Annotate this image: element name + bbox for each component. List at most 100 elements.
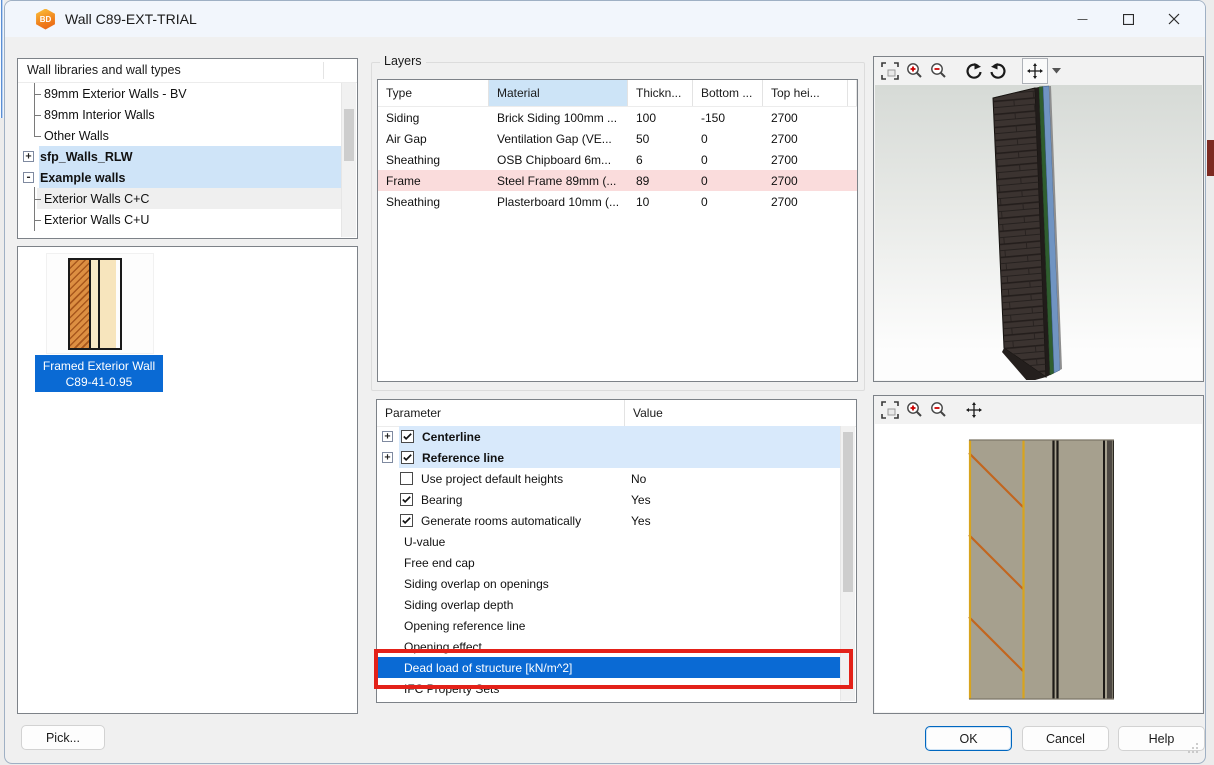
parameter-label: Dead load of structure [kN/m^2] (404, 661, 572, 675)
parameter-scrollbar-thumb[interactable] (843, 432, 853, 592)
parameter-row[interactable]: IFC Property Sets (378, 678, 841, 699)
layer-cell-bottom: 0 (693, 191, 763, 212)
checkbox-checked[interactable] (401, 451, 414, 464)
close-button[interactable] (1151, 1, 1197, 37)
viewer-3d-viewport[interactable] (875, 85, 1202, 380)
tree-item-label: Exterior Walls C+U (44, 213, 149, 227)
layers-group-label: Layers (380, 54, 426, 68)
parameter-rows: +Centerline+Reference lineUse project de… (378, 426, 841, 701)
tree-item[interactable]: Exterior Walls C+C (19, 188, 342, 209)
parameter-table-header: Parameter Value (377, 400, 856, 427)
cancel-button[interactable]: Cancel (1022, 726, 1109, 751)
layer-cell-material: Ventilation Gap (VE... (489, 128, 628, 149)
resize-grip-icon[interactable] (1188, 740, 1199, 758)
layer-cell-type: Air Gap (378, 128, 489, 149)
column-header-top-height[interactable]: Top hei... (763, 80, 848, 106)
tree-item-label: 89mm Exterior Walls - BV (44, 87, 187, 101)
collapse-icon[interactable]: - (23, 172, 34, 183)
tree-scrollbar-thumb[interactable] (344, 109, 354, 161)
parameter-row[interactable]: Free end cap (378, 552, 841, 573)
parameter-row[interactable]: Opening reference line (378, 615, 841, 636)
layer-row[interactable]: SheathingPlasterboard 10mm (...1002700 (378, 191, 857, 212)
maximize-button[interactable] (1105, 1, 1151, 37)
layer-row[interactable]: SidingBrick Siding 100mm ...100-1502700 (378, 107, 857, 128)
tree-header[interactable]: Wall libraries and wall types (18, 59, 357, 83)
orbit-icon[interactable] (1022, 58, 1048, 84)
wall-thumbnail-label[interactable]: Framed Exterior Wall C89-41-0.95 (35, 355, 163, 392)
fit-to-window-icon[interactable] (878, 59, 902, 83)
layers-rows: SidingBrick Siding 100mm ...100-1502700A… (378, 107, 857, 212)
layer-row[interactable]: Air GapVentilation Gap (VE...5002700 (378, 128, 857, 149)
wall-thumbnail[interactable] (46, 253, 154, 354)
expand-icon[interactable]: + (23, 151, 34, 162)
expand-icon[interactable]: + (382, 452, 393, 463)
tree-item[interactable]: 89mm Exterior Walls - BV (19, 83, 342, 104)
expand-icon[interactable]: + (382, 431, 393, 442)
layer-cell-top: 2700 (763, 107, 848, 128)
parameter-row[interactable]: Siding overlap on openings (378, 573, 841, 594)
zoom-in-icon[interactable] (902, 59, 926, 83)
parameter-row[interactable]: Bearing Yes (378, 489, 841, 510)
column-header-parameter[interactable]: Parameter (377, 400, 624, 426)
tree-item-label: Exterior Walls C+C (44, 192, 149, 206)
tree-item[interactable]: -Example walls (19, 167, 342, 188)
layer-cell-top: 2700 (763, 170, 848, 191)
layer-cell-material: Plasterboard 10mm (... (489, 191, 628, 212)
column-header-thickness[interactable]: Thickn... (628, 80, 693, 106)
layer-row[interactable]: FrameSteel Frame 89mm (...8902700 (378, 170, 857, 191)
tree-item-label: 89mm Interior Walls (44, 108, 155, 122)
parameter-label: Opening reference line (404, 619, 525, 633)
zoom-in-icon[interactable] (902, 398, 926, 422)
checkbox-checked[interactable] (400, 514, 413, 527)
viewer-2d-viewport[interactable] (875, 424, 1202, 712)
parameter-row[interactable]: Dead load of structure [kN/m^2] (378, 657, 841, 678)
rotate-right-icon[interactable] (986, 59, 1010, 83)
orbit-dropdown-icon[interactable] (1048, 59, 1064, 83)
parameter-value: Yes (631, 493, 651, 507)
column-header-bottom[interactable]: Bottom ... (693, 80, 763, 106)
tree-item-label: Example walls (40, 171, 125, 185)
rotate-left-icon[interactable] (962, 59, 986, 83)
window-title: Wall C89-EXT-TRIAL (65, 11, 197, 27)
fit-to-window-icon[interactable] (878, 398, 902, 422)
wall-section-thumbnail-graphic (68, 258, 122, 350)
parameter-label: Bearing (421, 493, 462, 507)
parameter-row[interactable]: Opening effect (378, 636, 841, 657)
tree-scrollbar[interactable] (341, 83, 356, 237)
parameter-row[interactable]: Siding overlap depth (378, 594, 841, 615)
minimize-button[interactable] (1059, 1, 1105, 37)
app-icon: BD (35, 9, 56, 30)
layer-cell-thickness: 89 (628, 170, 693, 191)
layer-cell-thickness: 6 (628, 149, 693, 170)
zoom-out-icon[interactable] (926, 398, 950, 422)
ok-button[interactable]: OK (925, 726, 1012, 751)
checkbox-unchecked[interactable] (400, 472, 413, 485)
layer-cell-material: Steel Frame 89mm (... (489, 170, 628, 191)
layer-cell-top: 2700 (763, 149, 848, 170)
pan-icon[interactable] (962, 398, 986, 422)
column-header-type[interactable]: Type (378, 80, 489, 106)
parameter-row[interactable]: +Centerline (378, 426, 841, 447)
checkbox-checked[interactable] (400, 493, 413, 506)
parameter-scrollbar[interactable] (840, 426, 855, 701)
parameter-label: U-value (404, 535, 445, 549)
layer-cell-bottom: 0 (693, 128, 763, 149)
layer-cell-material: OSB Chipboard 6m... (489, 149, 628, 170)
column-header-value[interactable]: Value (624, 400, 663, 426)
parameter-label: Free end cap (404, 556, 475, 570)
tree-item[interactable]: Other Walls (19, 125, 342, 146)
checkbox-checked[interactable] (401, 430, 414, 443)
parameter-label: Opening effect (404, 640, 482, 654)
layer-row[interactable]: SheathingOSB Chipboard 6m...602700 (378, 149, 857, 170)
tree-item-label: sfp_Walls_RLW (40, 150, 133, 164)
pick-button[interactable]: Pick... (21, 725, 105, 750)
zoom-out-icon[interactable] (926, 59, 950, 83)
tree-item[interactable]: + sfp_Walls_RLW (19, 146, 342, 167)
tree-item[interactable]: 89mm Interior Walls (19, 104, 342, 125)
parameter-row[interactable]: U-value (378, 531, 841, 552)
parameter-row[interactable]: Use project default heightsNo (378, 468, 841, 489)
tree-item[interactable]: Exterior Walls C+U (19, 209, 342, 230)
parameter-row[interactable]: +Reference line (378, 447, 841, 468)
column-header-material[interactable]: Material (489, 80, 628, 106)
parameter-row[interactable]: Generate rooms automaticallyYes (378, 510, 841, 531)
